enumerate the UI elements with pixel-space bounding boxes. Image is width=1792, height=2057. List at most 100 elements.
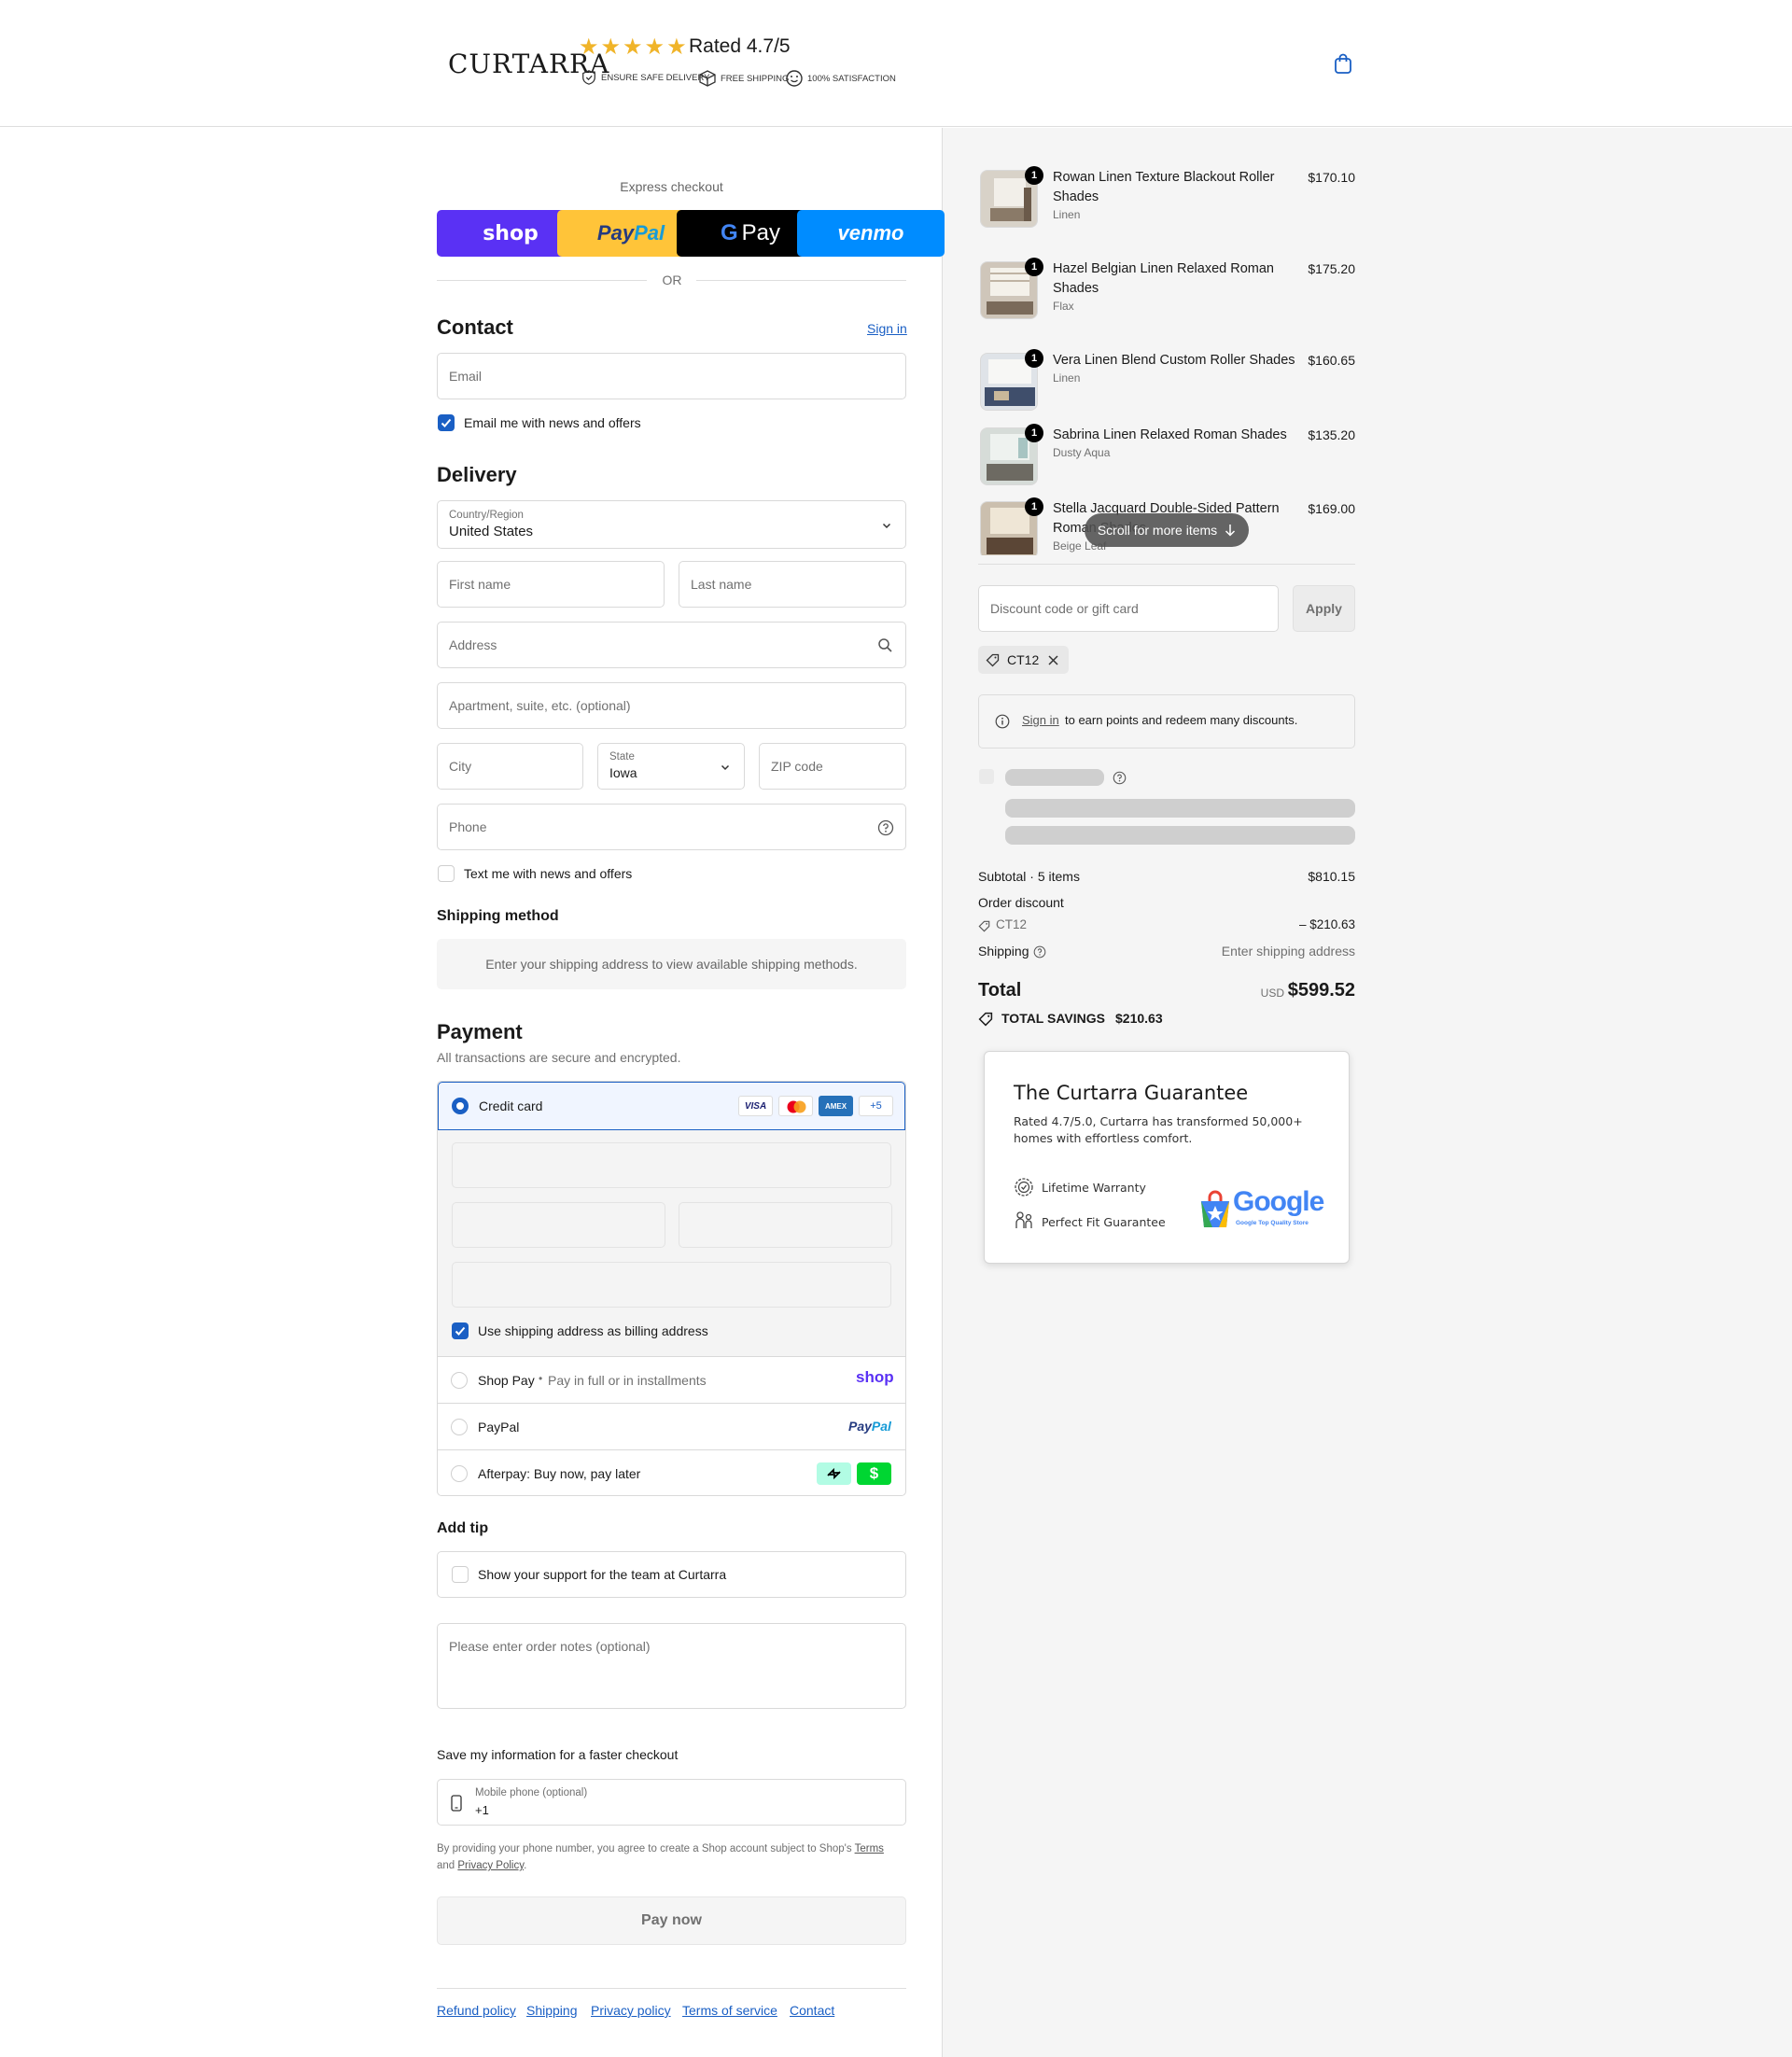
info-icon [995,714,1010,729]
quantity-badge: 1 [1025,424,1043,442]
total-savings-value: $210.63 [1115,1011,1163,1026]
terms-of-service-link[interactable]: Terms of service [682,2003,777,2018]
guarantee-text: Rated 4.7/5.0, Curtarra has transformed … [1014,1114,1303,1145]
mobile-phone-label: Mobile phone (optional) [475,1787,588,1798]
phone-field[interactable]: Phone [437,804,906,850]
help-icon[interactable] [1033,945,1046,959]
product-price: $170.10 [1308,170,1355,185]
applied-code-label: CT12 [1007,652,1040,667]
shipping-label: Shipping [978,944,1029,959]
contact-link[interactable]: Contact [790,2003,834,2018]
mobile-phone-field[interactable]: Mobile phone (optional) +1 [437,1779,906,1826]
mobile-phone-value: +1 [475,1803,489,1817]
order-discount-label: Order discount [978,895,1064,910]
rewards-sign-in-link[interactable]: Sign in [1022,713,1059,727]
shipping-policy-link[interactable]: Shipping [526,2003,578,2018]
shop-pay-option[interactable]: Shop Pay • Pay in full or in installment… [438,1357,905,1404]
afterpay-icon [817,1462,851,1485]
checkmark-icon [455,1326,466,1336]
shipping-method-heading: Shipping method [437,908,559,924]
shop-logo-text: shop [483,221,539,245]
sign-in-link[interactable]: Sign in [867,321,907,336]
privacy-policy-link[interactable]: Privacy Policy [457,1860,524,1871]
close-icon[interactable] [1048,655,1058,665]
chevron-down-icon [882,523,891,529]
express-checkout-title: Express checkout [620,179,723,194]
billing-checkbox[interactable] [452,1322,469,1339]
shield-icon [582,70,595,85]
state-select[interactable]: State Iowa [597,743,745,790]
apartment-field[interactable]: Apartment, suite, etc. (optional) [437,682,906,729]
paypal-radio[interactable] [451,1419,468,1435]
help-icon [1113,771,1127,785]
tag-icon [978,1012,993,1027]
order-notes-field[interactable]: Please enter order notes (optional) [437,1623,906,1709]
phone-placeholder: Phone [449,819,487,834]
product-price: $135.20 [1308,427,1355,442]
card-number-field[interactable] [452,1142,891,1188]
refund-policy-link[interactable]: Refund policy [437,2003,516,2018]
last-name-field[interactable]: Last name [679,561,906,608]
pay-now-button[interactable]: Pay now [437,1896,906,1945]
tip-option[interactable]: Show your support for the team at Curtar… [437,1551,906,1598]
skeleton-checkbox [979,769,994,784]
more-cards-text: +5 [870,1100,882,1112]
tip-checkbox[interactable] [452,1566,469,1583]
expiration-field[interactable] [452,1202,665,1248]
email-field[interactable]: Email [437,353,906,399]
terms-link[interactable]: Terms [855,1843,884,1854]
google-logo-text: Google [1233,1186,1324,1217]
rating-text: Rated 4.7/5 [689,35,791,57]
help-icon[interactable] [877,819,894,836]
first-name-field[interactable]: First name [437,561,665,608]
paypal-logo: PayPal [848,1419,891,1434]
state-value: Iowa [609,765,637,780]
product-price: $169.00 [1308,501,1355,516]
google-store-subtitle: Google Top Quality Store [1236,1220,1309,1226]
line-item: 1 Rowan Linen Texture Blackout Roller Sh… [978,166,1355,250]
scroll-more-button[interactable]: Scroll for more items [1085,513,1249,547]
privacy-policy-footer-link[interactable]: Privacy policy [591,2003,671,2018]
legal-period: . [524,1860,527,1871]
afterpay-radio[interactable] [451,1465,468,1482]
paypal-option[interactable]: PayPal PayPal [438,1404,905,1450]
tag-icon [978,920,990,932]
quantity-badge: 1 [1025,166,1043,185]
venmo-button[interactable]: venmo [797,210,945,257]
search-icon[interactable] [877,637,893,653]
payment-methods: Credit card VISA AMEX +5 Use shipping ad… [437,1081,906,1496]
shopping-bag-icon[interactable] [1333,52,1353,75]
product-variant: Linen [1053,208,1081,221]
line-item: 1 Vera Linen Blend Custom Roller Shades … [978,349,1355,424]
applied-code-tag: CT12 [978,646,1069,674]
credit-card-option[interactable]: Credit card VISA AMEX +5 [438,1082,905,1130]
country-value: United States [449,524,534,539]
paypal-logo-a: Pay [596,221,635,245]
shop-pay-label: Shop Pay [478,1373,535,1388]
city-field[interactable]: City [437,743,583,790]
payment-heading: Payment [437,1020,523,1043]
newsletter-checkbox[interactable] [438,414,455,431]
pay-now-label: Pay now [641,1912,702,1928]
zip-field[interactable]: ZIP code [759,743,906,790]
discount-code-field[interactable]: Discount code or gift card [978,585,1279,632]
rewards-text: to earn points and redeem many discounts… [1065,713,1298,727]
apply-label: Apply [1306,601,1342,616]
security-code-field[interactable] [679,1202,892,1248]
address-field[interactable]: Address [437,622,906,668]
discount-amount: – $210.63 [1298,917,1355,931]
shop-pay-radio[interactable] [451,1372,468,1389]
mobile-phone-icon [451,1795,462,1812]
shipping-notice: Enter your shipping address to view avai… [437,939,906,989]
sms-checkbox[interactable] [438,865,455,882]
afterpay-option[interactable]: Afterpay: Buy now, pay later $ [438,1450,905,1495]
credit-card-radio[interactable] [452,1098,469,1114]
badge-label: ENSURE SAFE DELIVERY [601,72,710,83]
name-on-card-field[interactable] [452,1262,891,1308]
shop-pay-desc: Pay in full or in installments [548,1373,707,1388]
total-savings-label: TOTAL SAVINGS [1001,1011,1105,1026]
paypal-label: PayPal [478,1420,520,1434]
apply-button[interactable]: Apply [1293,585,1355,632]
badge-label: 100% SATISFACTION [807,73,896,84]
country-select[interactable]: Country/Region United States [437,500,906,549]
